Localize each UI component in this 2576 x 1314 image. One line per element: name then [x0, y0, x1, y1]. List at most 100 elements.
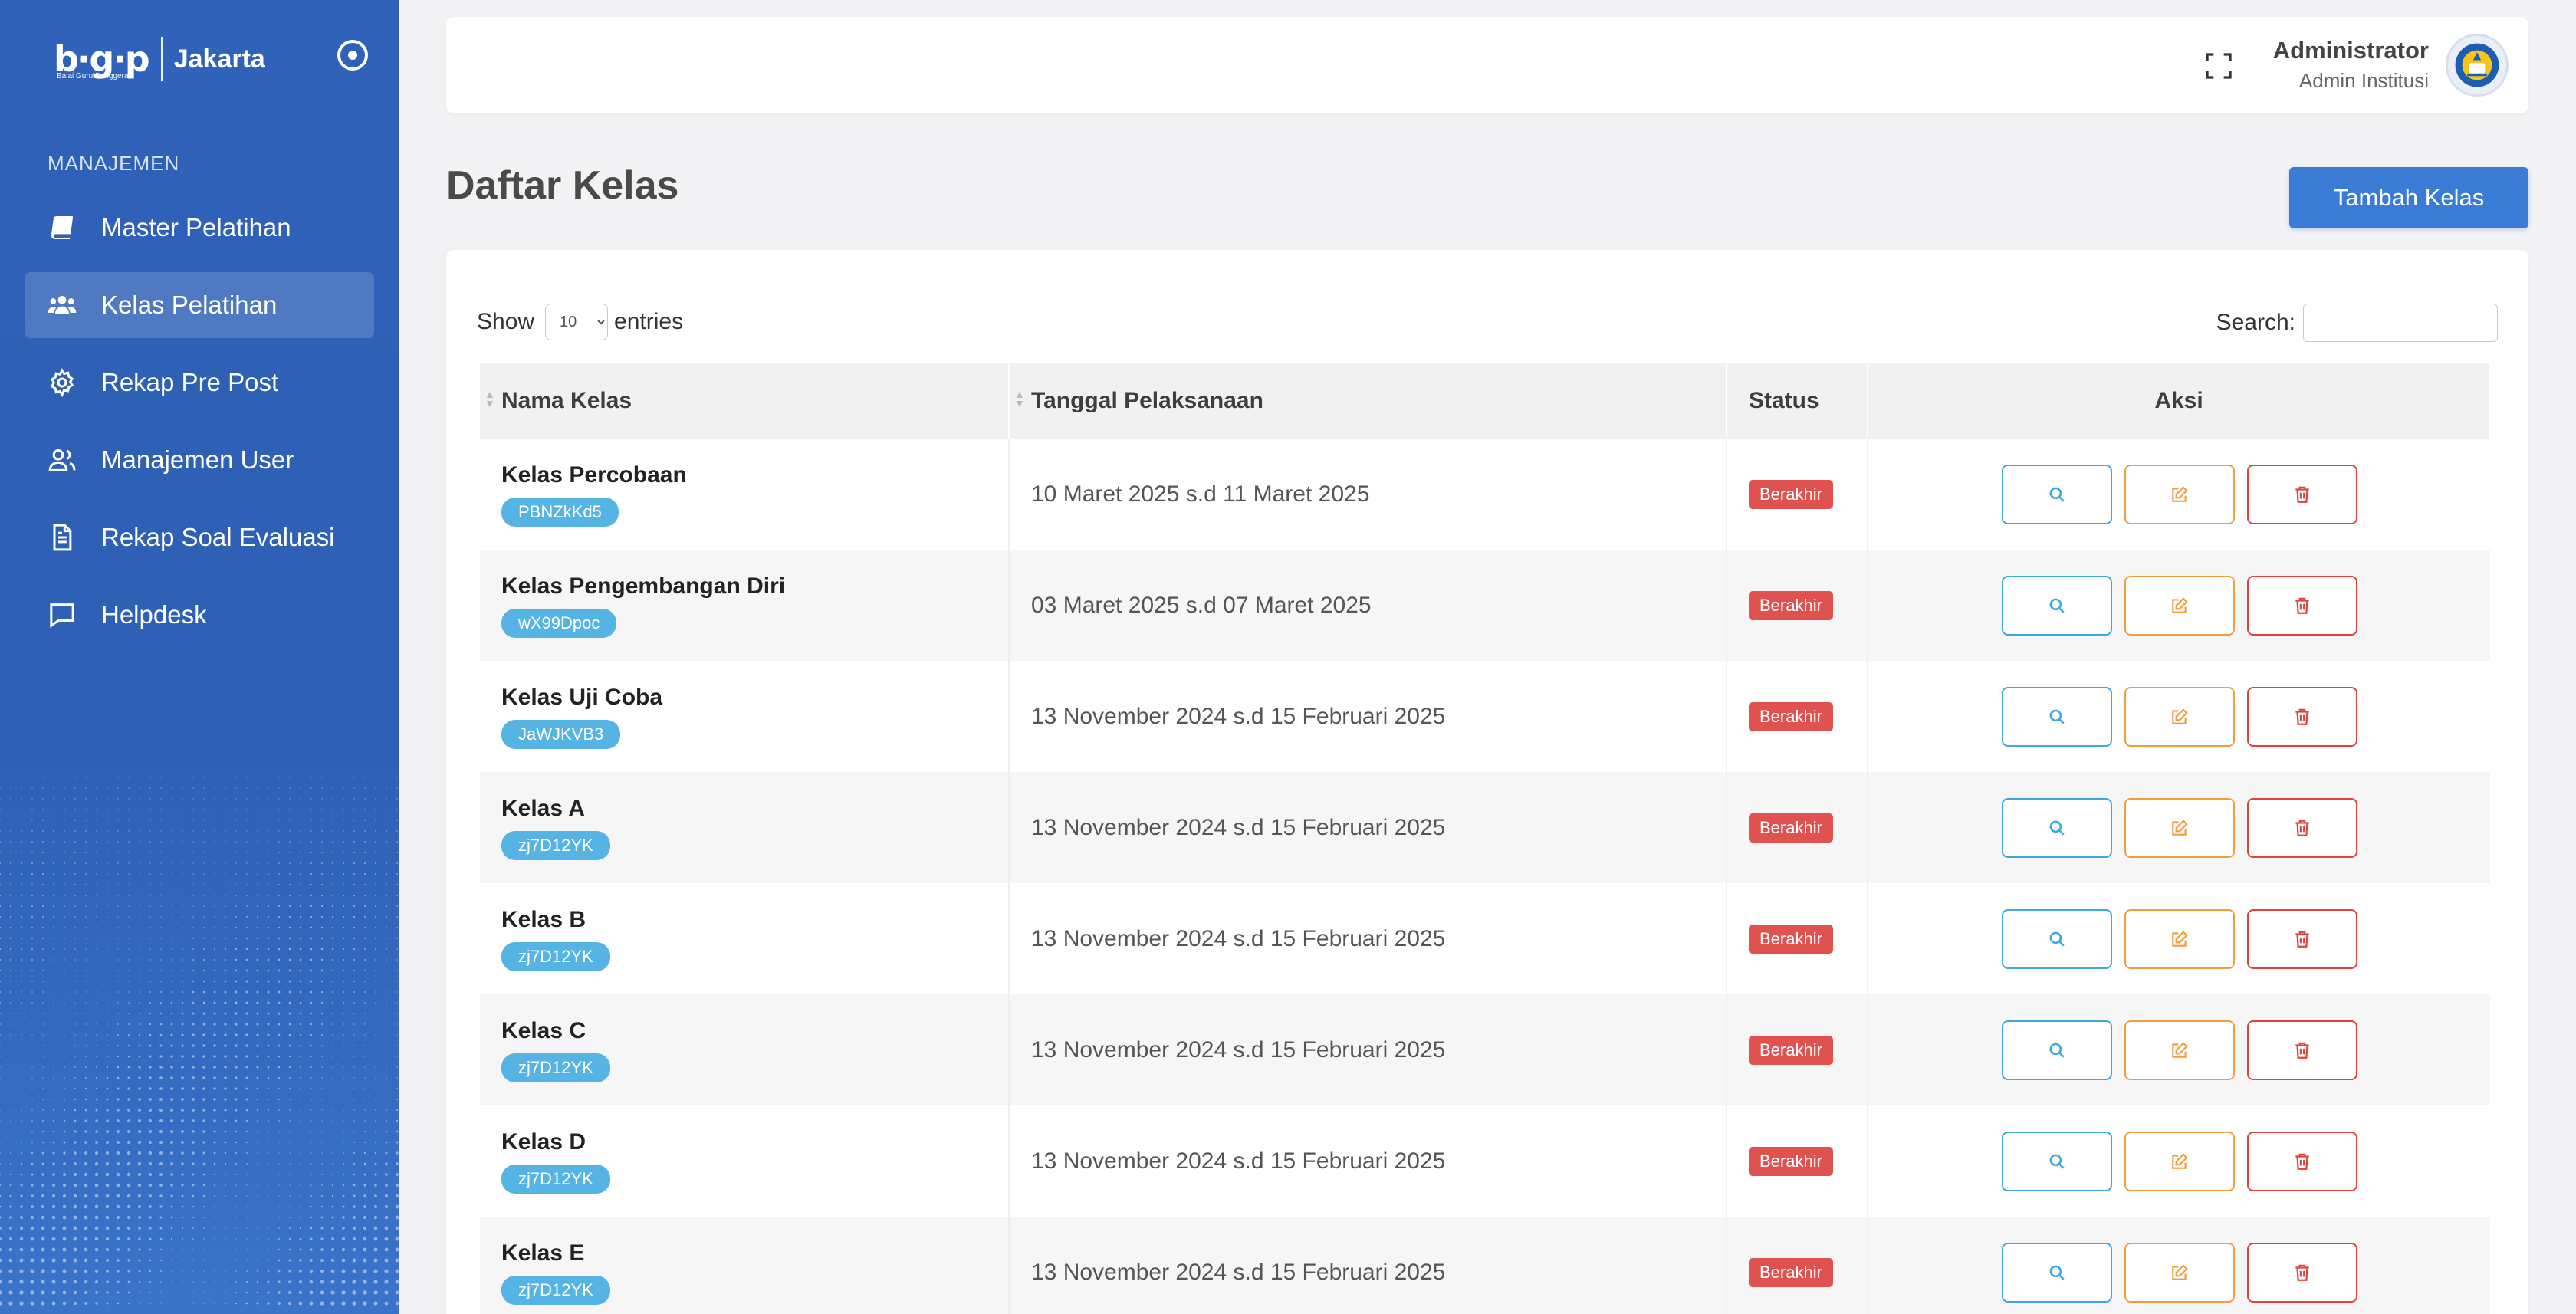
delete-button[interactable] — [2246, 464, 2358, 524]
wave-dot — [225, 916, 226, 918]
wave-dot — [288, 1259, 291, 1262]
column-header-tanggal-pelaksanaan[interactable]: ▲ ▼ Tanggal Pelaksanaan — [1009, 363, 1727, 439]
wave-dot — [0, 809, 1, 810]
edit-button[interactable] — [2124, 1020, 2235, 1080]
sidebar-item-master-pelatihan[interactable]: Master Pelatihan — [25, 195, 374, 261]
wave-dot — [245, 1302, 248, 1305]
view-button[interactable] — [2001, 575, 2112, 636]
wave-dot — [203, 905, 205, 907]
wave-dot — [181, 1066, 184, 1069]
wave-dot — [63, 1119, 66, 1122]
wave-dot — [20, 1173, 23, 1176]
row-actions — [1868, 575, 2490, 636]
sidebar-item-helpdesk[interactable]: Helpdesk — [25, 582, 374, 648]
wave-dot — [53, 895, 54, 896]
wave-dot — [300, 787, 301, 789]
sidebar-item-rekap-soal-evaluasi[interactable]: Rekap Soal Evaluasi — [25, 504, 374, 570]
delete-button[interactable] — [2246, 797, 2358, 858]
wave-dot — [386, 830, 387, 832]
delete-button[interactable] — [2246, 1242, 2358, 1303]
edit-button[interactable] — [2124, 1131, 2235, 1191]
view-button[interactable] — [2001, 1020, 2112, 1080]
view-button[interactable] — [2001, 464, 2112, 524]
wave-dot — [127, 1237, 130, 1240]
wave-dot — [321, 873, 323, 875]
wave-dot — [396, 1023, 398, 1025]
delete-button[interactable] — [2246, 686, 2358, 747]
wave-dot — [31, 884, 33, 885]
sidebar: b·g·p Balai Guru Penggerak Jakarta MANAJ… — [0, 0, 399, 1314]
avatar[interactable] — [2446, 34, 2509, 97]
sidebar-toggle-icon[interactable] — [337, 40, 368, 71]
wave-dot — [106, 1291, 109, 1294]
edit-button[interactable] — [2124, 686, 2235, 747]
user-name[interactable]: Administrator — [2273, 37, 2429, 64]
wave-dot — [53, 991, 54, 993]
tambah-kelas-button[interactable]: Tambah Kelas — [2289, 167, 2528, 228]
wave-dot — [128, 970, 130, 971]
wave-dot — [73, 1258, 77, 1263]
table-row: Kelas Pengembangan Diri wX99Dpoc 03 Maret … — [480, 550, 2490, 661]
wave-dot — [192, 1194, 195, 1197]
view-button[interactable] — [2001, 797, 2112, 858]
wave-dot — [235, 1033, 238, 1036]
wave-dot — [299, 1012, 302, 1015]
wave-dot — [375, 1066, 376, 1068]
edit-button[interactable] — [2124, 908, 2235, 969]
kelas-table-card: Show 10 entries Search: ▲ ▼ Nama Kelas ▲ ▼ T… — [446, 250, 2528, 1314]
wave-dot — [159, 1184, 163, 1187]
sidebar-item-manajemen-user[interactable]: Manajemen User — [25, 427, 374, 493]
view-button[interactable] — [2001, 1242, 2112, 1303]
wave-dot — [170, 1033, 173, 1036]
wave-dot — [256, 1291, 259, 1294]
wave-dot — [320, 1258, 324, 1263]
wave-dot — [137, 1183, 142, 1188]
wave-dot — [42, 841, 44, 843]
delete-button[interactable] — [2246, 575, 2358, 636]
edit-button[interactable] — [2124, 797, 2235, 858]
brand-logo[interactable]: b·g·p Balai Guru Penggerak Jakarta — [54, 32, 265, 86]
wave-dot — [396, 927, 398, 928]
wave-dot — [170, 1087, 173, 1090]
edit-button[interactable] — [2124, 464, 2235, 524]
fullscreen-icon[interactable] — [2203, 51, 2234, 81]
wave-dot — [235, 841, 237, 843]
view-button[interactable] — [2001, 1131, 2112, 1191]
wave-dot — [278, 1206, 280, 1207]
cell-tanggal: 13 November 2024 s.d 15 Februari 2025 — [1009, 1217, 1727, 1314]
wave-dot — [181, 990, 184, 994]
wave-dot — [74, 1023, 76, 1025]
wave-dot — [62, 1247, 67, 1252]
trash-icon — [2292, 929, 2312, 949]
table-row: Kelas Czj7D12YK 13 November 2024 s.d 15 F… — [480, 994, 2490, 1105]
column-header-nama-kelas[interactable]: ▲ ▼ Nama Kelas — [480, 363, 1010, 439]
wave-dot — [364, 991, 366, 993]
sidebar-item-kelas-pelatihan[interactable]: Kelas Pelatihan — [25, 272, 374, 338]
wave-dot — [235, 1151, 238, 1155]
edit-button[interactable] — [2124, 575, 2235, 636]
wave-dot — [41, 1226, 45, 1230]
wave-dot — [51, 1226, 56, 1230]
wave-dot — [150, 970, 151, 971]
wave-dot — [386, 852, 387, 853]
search-input[interactable] — [2303, 304, 2498, 342]
view-button[interactable] — [2001, 908, 2112, 969]
view-button[interactable] — [2001, 686, 2112, 747]
wave-dot — [374, 1151, 377, 1155]
edit-button[interactable] — [2124, 1242, 2235, 1303]
delete-button[interactable] — [2246, 1131, 2358, 1191]
sidebar-item-rekap-pre-post[interactable]: Rekap Pre Post — [25, 350, 374, 416]
wave-dot — [384, 1204, 389, 1209]
wave-dot — [235, 862, 237, 864]
delete-button[interactable] — [2246, 908, 2358, 969]
wave-dot — [224, 1098, 227, 1101]
wave-dot — [138, 1098, 141, 1101]
entries-select[interactable]: 10 — [545, 304, 609, 340]
wave-dot — [62, 1280, 67, 1284]
wave-dot — [321, 830, 323, 832]
wave-dot — [386, 820, 387, 821]
cell-nama-kelas: Kelas Pengembangan Diri wX99Dpoc — [480, 550, 1010, 661]
wave-dot — [202, 1076, 205, 1079]
delete-button[interactable] — [2246, 1020, 2358, 1080]
wave-dot — [20, 883, 23, 886]
